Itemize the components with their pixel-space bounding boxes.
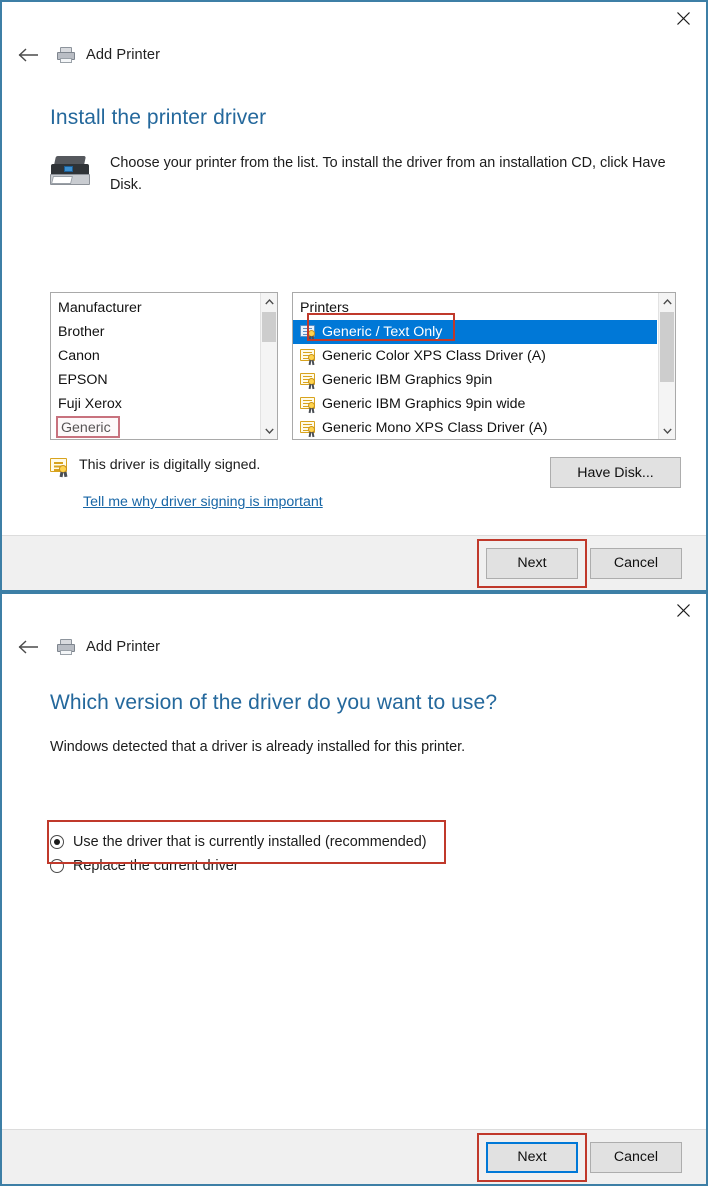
radio-label: Replace the current driver — [73, 858, 239, 874]
driver-certificate-icon — [300, 325, 317, 340]
list-item[interactable]: Canon — [51, 344, 259, 368]
next-button-wrapper: Next — [486, 548, 578, 579]
printers-scrollbar[interactable] — [658, 293, 675, 439]
manufacturer-listbox[interactable]: Manufacturer Brother Canon EPSON Fuji Xe… — [50, 292, 278, 440]
description-text: Choose your printer from the list. To in… — [110, 152, 670, 197]
printers-scroll-track[interactable] — [659, 310, 675, 422]
manufacturer-scrollbar[interactable] — [260, 293, 277, 439]
printer-large-icon — [48, 154, 92, 188]
list-item-generic[interactable]: Generic — [51, 416, 259, 440]
manufacturer-label: Fuji Xerox — [58, 396, 122, 412]
dialog1-navigation-row: Add Printer — [2, 38, 706, 72]
dialog1-footer: Next Cancel — [2, 535, 706, 590]
manufacturer-list-items: Manufacturer Brother Canon EPSON Fuji Xe… — [51, 293, 259, 439]
printer-label: Generic Color XPS Class Driver (A) — [322, 348, 546, 364]
close-icon — [677, 12, 690, 25]
driver-certificate-icon — [300, 373, 317, 388]
close-button[interactable] — [660, 2, 706, 34]
radio-label: Use the driver that is currently install… — [73, 834, 427, 850]
driver-version-radio-group: Use the driver that is currently install… — [50, 830, 470, 878]
page-title: Which version of the driver do you want … — [2, 664, 706, 715]
signed-certificate-icon — [50, 458, 70, 476]
manufacturer-label: EPSON — [58, 372, 108, 388]
radio-use-current-driver[interactable]: Use the driver that is currently install… — [50, 830, 470, 854]
printer-icon — [55, 637, 77, 657]
driver-selection-lists: Manufacturer Brother Canon EPSON Fuji Xe… — [50, 292, 676, 440]
driver-certificate-icon — [300, 349, 317, 364]
dialog-title: Add Printer — [86, 47, 160, 63]
driver-certificate-icon — [300, 421, 317, 436]
list-item[interactable]: Generic IBM Graphics 9pin — [293, 368, 657, 392]
screenshot-root: Add Printer Install the printer driver C… — [0, 0, 708, 1186]
manufacturer-label: Generic — [58, 420, 114, 436]
radio-mark-icon — [50, 859, 64, 873]
printer-label: Generic IBM Graphics 9pin — [322, 372, 492, 388]
list-item[interactable]: Generic Color XPS Class Driver (A) — [293, 344, 657, 368]
list-item[interactable]: Generic Mono XPS Class Driver (A) — [293, 416, 657, 440]
list-item[interactable]: Fuji Xerox — [51, 392, 259, 416]
add-printer-dialog-driver-version: Add Printer Which version of the driver … — [0, 592, 708, 1186]
back-arrow-icon — [18, 640, 39, 654]
cancel-button[interactable]: Cancel — [590, 1142, 682, 1173]
radio-mark-icon — [50, 835, 64, 849]
chevron-down-icon[interactable] — [261, 422, 277, 439]
chevron-down-icon[interactable] — [659, 422, 675, 439]
list-item[interactable]: Generic IBM Graphics 9pin wide — [293, 392, 657, 416]
printer-icon — [55, 45, 77, 65]
list-header-printers: Printers — [293, 296, 657, 320]
manufacturer-header-label: Manufacturer — [58, 300, 142, 316]
manufacturer-scroll-thumb[interactable] — [262, 312, 276, 342]
description-row: Choose your printer from the list. To in… — [2, 130, 706, 197]
printers-header-label: Printers — [300, 300, 349, 316]
dialog2-footer: Next Cancel — [2, 1129, 706, 1184]
list-item[interactable]: Brother — [51, 320, 259, 344]
list-item[interactable]: EPSON — [51, 368, 259, 392]
next-button-wrapper: Next — [486, 1142, 578, 1173]
printer-label: Generic / Text Only — [322, 324, 442, 340]
radio-replace-current-driver[interactable]: Replace the current driver — [50, 854, 470, 878]
list-header-manufacturer: Manufacturer — [51, 296, 259, 320]
next-button[interactable]: Next — [486, 1142, 578, 1173]
manufacturer-scroll-track[interactable] — [261, 310, 277, 422]
signed-status-text: This driver is digitally signed. — [79, 457, 260, 473]
printer-label: Generic Mono XPS Class Driver (A) — [322, 420, 547, 436]
chevron-up-icon[interactable] — [261, 293, 277, 310]
dialog2-titlebar — [2, 594, 706, 630]
dialog-title: Add Printer — [86, 639, 160, 655]
page-title: Install the printer driver — [2, 72, 706, 130]
back-arrow-icon — [18, 48, 39, 62]
have-disk-button[interactable]: Have Disk... — [550, 457, 681, 488]
back-button[interactable] — [12, 39, 44, 71]
chevron-up-icon[interactable] — [659, 293, 675, 310]
radio-option-wrapper-keep: Use the driver that is currently install… — [50, 830, 470, 854]
printers-list-items: Printers Generic / Text Only — [293, 293, 657, 439]
printers-scroll-thumb[interactable] — [660, 312, 674, 382]
driver-certificate-icon — [300, 397, 317, 412]
close-button[interactable] — [660, 594, 706, 626]
driver-signing-link[interactable]: Tell me why driver signing is important — [83, 494, 323, 510]
dialog2-navigation-row: Add Printer — [2, 630, 706, 664]
back-button[interactable] — [12, 631, 44, 663]
next-button[interactable]: Next — [486, 548, 578, 579]
description-text: Windows detected that a driver is alread… — [2, 715, 706, 755]
list-item-generic-text-only[interactable]: Generic / Text Only — [293, 320, 657, 344]
manufacturer-label: Canon — [58, 348, 100, 364]
cancel-button[interactable]: Cancel — [590, 548, 682, 579]
dialog1-titlebar — [2, 2, 706, 38]
manufacturer-label: Brother — [58, 324, 105, 340]
close-icon — [677, 604, 690, 617]
printers-listbox[interactable]: Printers Generic / Text Only — [292, 292, 676, 440]
printer-label: Generic IBM Graphics 9pin wide — [322, 396, 525, 412]
driver-signed-status: This driver is digitally signed. — [50, 457, 260, 476]
add-printer-dialog-install-driver: Add Printer Install the printer driver C… — [0, 0, 708, 592]
